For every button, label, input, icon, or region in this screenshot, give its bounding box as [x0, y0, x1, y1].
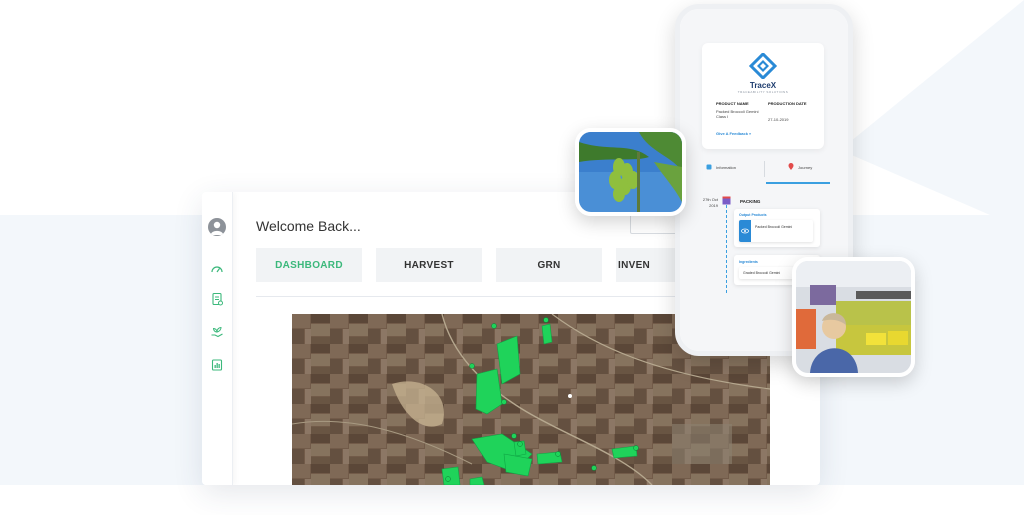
output-product-name: Packed Broccoli Gemini	[755, 225, 793, 229]
tab-harvest[interactable]: HARVEST	[376, 248, 482, 282]
welcome-heading: Welcome Back...	[256, 218, 361, 234]
timeline-line	[726, 205, 727, 293]
tab-information[interactable]: Information	[716, 165, 736, 170]
document-chart-icon[interactable]	[210, 358, 224, 372]
packing-icon	[722, 196, 731, 205]
feedback-link[interactable]: Give A Feedback »	[716, 131, 751, 136]
product-name-value: Packed Broccoli Gemini Class I	[716, 109, 759, 119]
ingredients-title: Ingredients	[739, 260, 758, 264]
ingredient-name: Graded Broccoli Gemini	[743, 271, 781, 275]
tab-grn[interactable]: GRN	[496, 248, 602, 282]
sidebar	[202, 192, 233, 485]
speedometer-icon[interactable]	[210, 262, 224, 276]
tab-separator	[764, 161, 765, 177]
product-name-label: PRODUCT NAME	[716, 101, 749, 106]
product-card: TraceX TRACEABILITY SOLUTIONS PRODUCT NA…	[702, 43, 824, 149]
timeline-stage: PACKING	[740, 199, 761, 204]
avatar[interactable]	[208, 218, 226, 236]
hand-plant-icon[interactable]	[210, 324, 224, 338]
output-product-item[interactable]: Packed Broccoli Gemini	[739, 220, 813, 242]
tab-dashboard[interactable]: DASHBOARD	[256, 248, 362, 282]
output-products-title: Output Products	[739, 213, 767, 217]
report-icon[interactable]	[210, 292, 224, 306]
brand-tagline: TRACEABILITY SOLUTIONS	[737, 90, 789, 94]
supermarket-photo	[792, 257, 915, 377]
production-date-label: PRODUCTION DATE	[768, 101, 807, 106]
banana-tree-photo	[575, 128, 686, 216]
tracex-logo-icon	[748, 53, 778, 79]
production-date-value: 27-10-2019	[768, 117, 789, 122]
information-icon	[706, 164, 712, 170]
eye-icon	[739, 220, 751, 242]
location-pin-icon	[788, 163, 794, 170]
tab-journey[interactable]: Journey	[798, 165, 812, 170]
timeline-date: 27th Oct 2019	[702, 197, 718, 208]
output-products-card: Output Products Packed Broccoli Gemini	[734, 209, 820, 247]
active-tab-underline	[766, 182, 830, 184]
brand-name: TraceX	[749, 81, 777, 90]
